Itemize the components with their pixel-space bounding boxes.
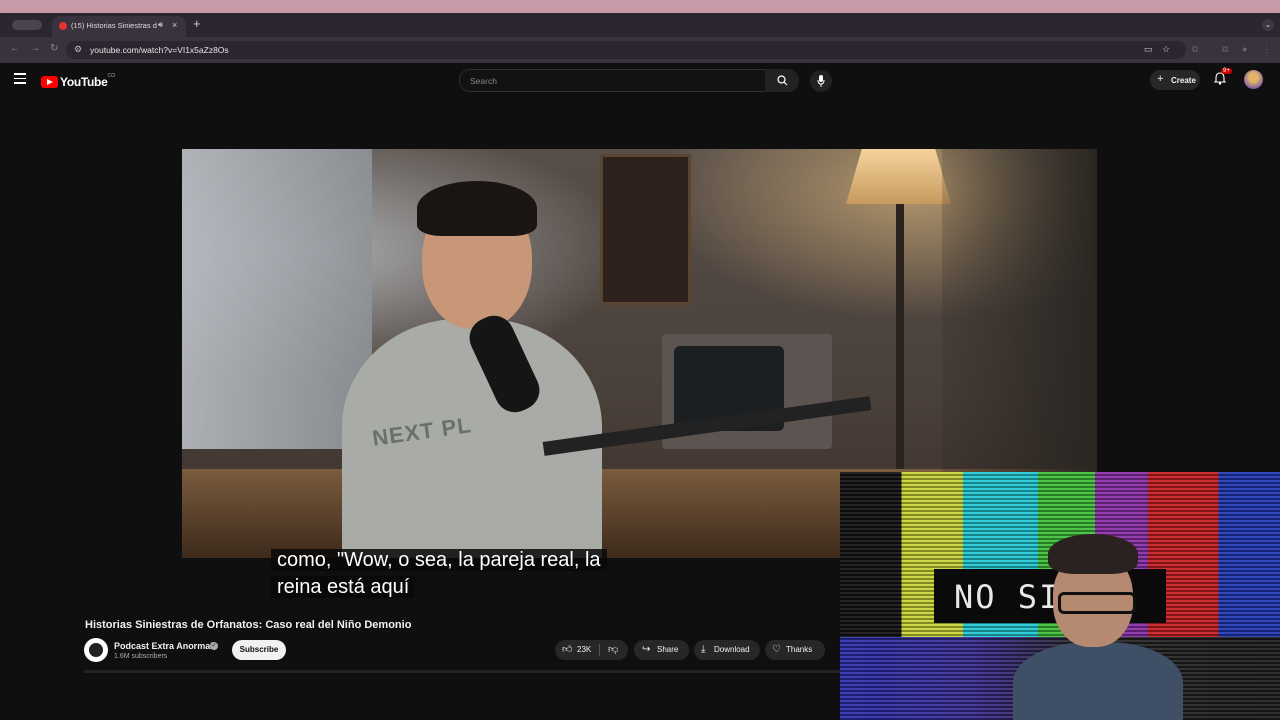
search-input[interactable] [468, 73, 752, 89]
thanks-button[interactable]: ♡ Thanks [765, 640, 825, 660]
youtube-masthead: YouTubeCO + Create 9+ [0, 63, 1280, 97]
tab-title: (15) Historias Siniestras d [71, 21, 157, 30]
forward-arrow-icon[interactable]: → [30, 43, 40, 54]
channel-avatar[interactable] [84, 638, 108, 662]
subtitle-line-1: como, "Wow, o sea, la pareja real, la [271, 549, 607, 571]
video-scene-lamp-pole [896, 204, 904, 504]
video-scene-painting [600, 154, 691, 305]
verified-check-icon: ✓ [210, 642, 218, 650]
tab-group-pill[interactable] [12, 20, 42, 30]
youtube-play-icon [41, 75, 58, 88]
cast-icon[interactable]: ▭ [1144, 44, 1153, 55]
subtitle-line-2: reina está aquí [271, 576, 416, 598]
share-arrow-icon: ↪ [642, 644, 651, 655]
extension-icon[interactable]: ⧉ [1222, 44, 1228, 55]
tab-search-chevron-icon[interactable]: ⌄ [1262, 19, 1274, 31]
bookmark-star-icon[interactable]: ☆ [1162, 44, 1170, 55]
notification-count-badge: 9+ [1221, 68, 1232, 74]
video-subtitle: como, "Wow, o sea, la pareja real, la re… [271, 547, 641, 601]
url-text: youtube.com/watch?v=VI1x5aZz8Os [90, 45, 229, 55]
extension-icon[interactable]: ⧉ [1192, 44, 1198, 55]
download-button[interactable]: ⤓ Download [694, 640, 760, 660]
video-title: Historias Siniestras de Orfanatos: Caso … [85, 619, 412, 631]
hamburger-menu-icon[interactable] [14, 73, 26, 87]
youtube-logo[interactable]: YouTubeCO [41, 73, 115, 91]
user-avatar[interactable] [1244, 70, 1263, 89]
thanks-heart-icon: ♡ [772, 644, 781, 655]
search-box [459, 69, 767, 92]
browser-menu-icon[interactable]: ⋮ [1262, 44, 1271, 55]
channel-subscriber-count: 1.6M subscribers [114, 653, 168, 660]
video-scene-host: NEXT PL [342, 181, 602, 558]
new-tab-button[interactable]: + [193, 16, 201, 31]
page-divider [84, 670, 840, 673]
like-dislike-group: 👍︎ 23K 👎︎ [555, 640, 628, 660]
reload-icon[interactable]: ↻ [50, 43, 58, 54]
macos-menu-bar [0, 0, 1280, 13]
thumbs-down-icon[interactable]: 👎︎ [608, 640, 618, 660]
subscribe-button[interactable]: Subscribe [232, 640, 286, 660]
plus-icon: + [1157, 73, 1164, 85]
search-icon [777, 75, 788, 86]
address-bar[interactable]: ⚙︎ youtube.com/watch?v=VI1x5aZz8Os ▭ ☆ [66, 41, 1186, 59]
site-info-icon[interactable]: ⚙︎ [74, 44, 82, 55]
profile-icon[interactable]: ● [1242, 44, 1247, 54]
shirt-print-text: NEXT PL [370, 412, 474, 451]
channel-name[interactable]: Podcast Extra Anormal [114, 641, 213, 651]
like-count[interactable]: 23K [577, 640, 591, 660]
browser-tab-bar: (15) Historias Siniestras d 🔊︎ × + ⌄ [0, 13, 1280, 37]
video-scene-lamp [846, 149, 951, 204]
download-icon: ⤓ [701, 644, 706, 655]
browser-toolbar: ← → ↻ ⚙︎ youtube.com/watch?v=VI1x5aZz8Os… [0, 37, 1280, 63]
webcam-overlay: NO SI [840, 472, 1280, 720]
tab-close-button[interactable]: × [172, 20, 177, 30]
search-button[interactable] [765, 69, 799, 92]
browser-tab-active[interactable]: (15) Historias Siniestras d 🔊︎ × [52, 16, 186, 37]
thumbs-up-icon[interactable]: 👍︎ [562, 640, 572, 660]
youtube-favicon-icon [59, 22, 67, 30]
voice-search-button[interactable] [810, 70, 832, 92]
webcam-person [1013, 534, 1183, 720]
share-button[interactable]: ↪ Share [634, 640, 689, 660]
microphone-icon [817, 75, 825, 87]
create-button[interactable]: + Create [1150, 70, 1200, 90]
back-arrow-icon[interactable]: ← [10, 43, 20, 54]
speaker-icon[interactable]: 🔊︎ [158, 20, 163, 30]
